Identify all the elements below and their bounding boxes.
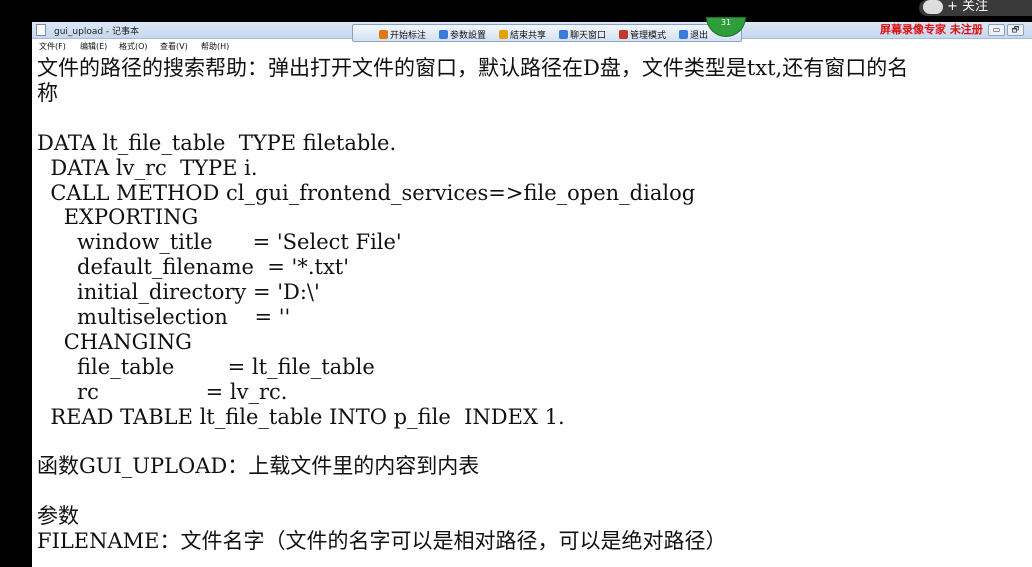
window-title: gui_upload - 记事本 [54, 27, 140, 37]
recorder-item[interactable]: 参数設置 [439, 28, 486, 41]
text-line: 称 [37, 80, 58, 105]
settings-icon [439, 30, 448, 39]
recorder-item-label: 退出 [690, 31, 709, 41]
text-line: multiselection = '' [37, 305, 291, 329]
menu-help[interactable]: 帮助(H) [201, 41, 229, 52]
menu-view[interactable]: 查看(V) [160, 41, 188, 52]
chat-icon [559, 30, 568, 39]
recorder-item[interactable]: 退出 [679, 28, 708, 41]
text-line: FILENAME：文件名字（文件的名字可以是相对路径，可以是绝对路径） [37, 529, 727, 554]
pen-icon [379, 30, 388, 39]
text-line: DATA lt_file_table TYPE filetable. [37, 130, 397, 155]
video-frame-top [0, 0, 1032, 22]
recorder-item[interactable]: 聊天窗口 [559, 28, 606, 41]
admin-icon [619, 30, 628, 39]
minimize-button[interactable]: ▭ [988, 24, 1005, 36]
text-line: EXPORTING [37, 205, 199, 230]
recorder-item[interactable]: 管理模式 [619, 28, 666, 41]
text-line: CHANGING [37, 329, 192, 354]
text-line: DATA lv_rc TYPE i. [37, 155, 258, 180]
stop-share-icon [499, 30, 508, 39]
exit-icon [679, 30, 688, 39]
follow-button[interactable]: + 关注 [919, 0, 1032, 16]
text-line: READ TABLE lt_file_table INTO p_file IND… [37, 404, 565, 429]
recorder-item[interactable]: 开始标注 [379, 28, 426, 41]
recorder-item-label: 聊天窗口 [570, 31, 607, 41]
recorder-item-label: 参数設置 [450, 31, 487, 41]
text-line: 参数 [37, 504, 79, 529]
recorder-toolbar: 开始标注 参数設置 結束共享 聊天窗口 管理模式 退出 [352, 24, 742, 42]
text-line: CALL METHOD cl_gui_frontend_services=>fi… [37, 180, 696, 205]
menu-format[interactable]: 格式(O) [119, 41, 148, 52]
text-line: initial_directory = 'D:\' [37, 280, 320, 305]
text-line: rc = lv_rc. [37, 379, 288, 404]
recorder-item-label: 結束共享 [510, 31, 547, 41]
restore-button[interactable]: 🗗 [1007, 24, 1024, 36]
text-line: default_filename = '*.txt' [37, 255, 349, 280]
video-frame-left [0, 0, 32, 567]
follow-label: + 关注 [947, 0, 989, 14]
menu-edit[interactable]: 编辑(E) [80, 41, 107, 52]
avatar [923, 0, 943, 14]
text-line: file_table = lt_file_table [37, 354, 375, 379]
text-line: 函数GUI_UPLOAD：上载文件里的内容到内表 [37, 454, 480, 479]
menu-file[interactable]: 文件(F) [39, 41, 66, 52]
watermark: 屏幕录像专家 未注册 [880, 23, 983, 36]
recorder-item[interactable]: 結束共享 [499, 28, 546, 41]
recorder-item-label: 开始标注 [390, 31, 427, 41]
recorder-item-label: 管理模式 [630, 31, 667, 41]
notepad-window: gui_upload - 记事本 ▭ 🗗 文件(F) 编辑(E) 格式(O) 查… [32, 22, 1032, 567]
text-line: window_title = 'Select File' [37, 230, 402, 255]
notepad-icon [36, 24, 46, 36]
text-line: 文件的路径的搜索帮助：弹出打开文件的窗口，默认路径在D盘，文件类型是txt,还有… [37, 56, 909, 80]
text-editor[interactable]: 文件的路径的搜索帮助：弹出打开文件的窗口，默认路径在D盘，文件类型是txt,还有… [37, 56, 1032, 567]
